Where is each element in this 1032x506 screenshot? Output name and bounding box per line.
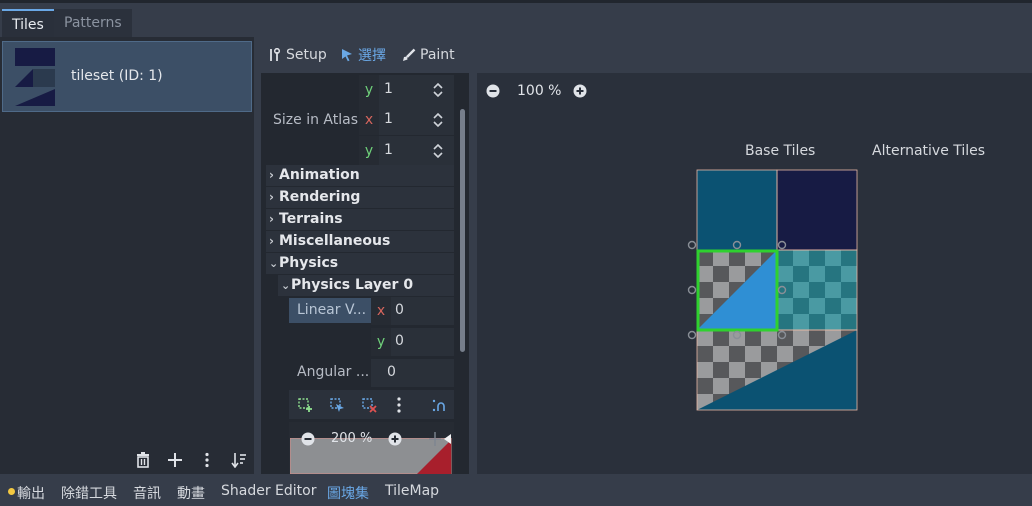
size-in-atlas-label: Size in Atlas	[273, 112, 358, 128]
tab-shader-editor[interactable]: Shader Editor	[221, 483, 316, 499]
axis-y-label: y	[359, 75, 379, 105]
linear-velocity-x-value: 0	[395, 302, 404, 318]
size-atlas-y-value: 1	[384, 142, 393, 158]
more-options-icon[interactable]	[391, 396, 407, 414]
spin-arrows-icon[interactable]	[433, 143, 443, 159]
axis-x-label: x	[359, 105, 379, 135]
polygon-editor-toolbar	[289, 390, 454, 419]
sort-icon[interactable]	[229, 448, 249, 472]
axis-x-label: x	[371, 297, 391, 325]
atlas-tile-grid[interactable]	[686, 168, 861, 414]
tab-tilemap[interactable]: TileMap	[385, 483, 439, 499]
tab-animation[interactable]: 動畫	[177, 483, 205, 503]
zoom-in-icon[interactable]	[573, 84, 587, 98]
mini-zoom-level: 200 %	[331, 431, 373, 446]
add-icon[interactable]	[165, 448, 185, 472]
alternative-tiles-label: Alternative Tiles	[872, 143, 986, 159]
tileset-item-label: tileset (ID: 1)	[71, 68, 163, 84]
physics-layer-0[interactable]: ⌄ Physics Layer 0	[278, 275, 454, 296]
brush-icon	[403, 48, 416, 61]
tab-output[interactable]: 輸出	[17, 483, 45, 503]
size-y-top-value: 1	[384, 81, 393, 97]
base-tiles-label: Base Tiles	[745, 143, 816, 159]
select-button[interactable]: 選擇	[341, 44, 386, 66]
angular-velocity-label: Angular ...	[297, 364, 370, 380]
warning-dot-icon	[8, 488, 15, 495]
more-options-icon[interactable]	[197, 448, 217, 472]
trash-icon[interactable]	[133, 448, 153, 472]
snap-icon[interactable]	[431, 397, 447, 413]
tab-debugger[interactable]: 除錯工具	[61, 483, 117, 503]
tab-audio[interactable]: 音訊	[133, 483, 161, 503]
atlas-tile	[777, 170, 857, 250]
tools-icon	[270, 48, 281, 61]
linear-velocity-label: Linear V...	[289, 298, 371, 323]
size-atlas-x-field[interactable]: x 1	[359, 105, 454, 135]
zoom-out-icon[interactable]	[301, 432, 315, 446]
angular-velocity-value: 0	[387, 364, 396, 380]
axis-y-label: y	[371, 328, 391, 356]
linear-velocity-x-field[interactable]: x 0	[371, 297, 454, 325]
spin-arrows-icon[interactable]	[433, 112, 443, 128]
tab-patterns[interactable]: Patterns	[54, 9, 132, 40]
delete-points-icon[interactable]	[361, 397, 377, 413]
tile-tabbar: Tiles Patterns	[0, 3, 1032, 40]
linear-velocity-y-field[interactable]: y 0	[371, 328, 454, 356]
cursor-icon	[342, 49, 352, 62]
edit-points-icon[interactable]	[329, 397, 345, 413]
select-label: 選擇	[358, 48, 386, 64]
size-y-top-field[interactable]: y 1	[359, 75, 454, 105]
section-terrains[interactable]: › Terrains	[266, 209, 454, 230]
axis-y-label: y	[359, 136, 379, 166]
zoom-in-icon[interactable]	[388, 432, 402, 446]
section-miscellaneous[interactable]: › Miscellaneous	[266, 231, 454, 252]
paint-label: Paint	[420, 47, 455, 63]
polygon-editor-canvas[interactable]: 200 %	[289, 422, 454, 474]
setup-label: Setup	[286, 47, 327, 63]
angular-velocity-field[interactable]: 0	[371, 359, 454, 387]
setup-button[interactable]: Setup	[268, 44, 327, 66]
paint-button[interactable]: Paint	[402, 44, 455, 66]
section-rendering[interactable]: › Rendering	[266, 187, 454, 208]
inspector-scrollbar[interactable]	[460, 109, 465, 352]
zoom-out-icon[interactable]	[486, 84, 500, 98]
atlas-tile	[697, 170, 777, 250]
add-points-icon[interactable]	[297, 397, 313, 413]
size-atlas-y-field[interactable]: y 1	[359, 136, 454, 166]
atlas-tile	[777, 250, 857, 330]
tileset-thumbnail	[15, 48, 55, 106]
section-animation[interactable]: › Animation	[266, 165, 454, 186]
linear-velocity-y-value: 0	[395, 333, 404, 349]
center-view-icon[interactable]	[429, 431, 453, 447]
viewport-zoom-level: 100 %	[517, 83, 562, 99]
tab-tiles[interactable]: Tiles	[2, 9, 54, 40]
section-physics[interactable]: ⌄ Physics	[266, 253, 454, 274]
bottom-panel-tabs: 輸出 除錯工具 音訊 動畫 Shader Editor 圖塊集 TileMap	[0, 478, 1032, 506]
size-atlas-x-value: 1	[384, 111, 393, 127]
tab-tileset[interactable]: 圖塊集	[327, 483, 369, 503]
spin-arrows-icon[interactable]	[433, 82, 443, 98]
